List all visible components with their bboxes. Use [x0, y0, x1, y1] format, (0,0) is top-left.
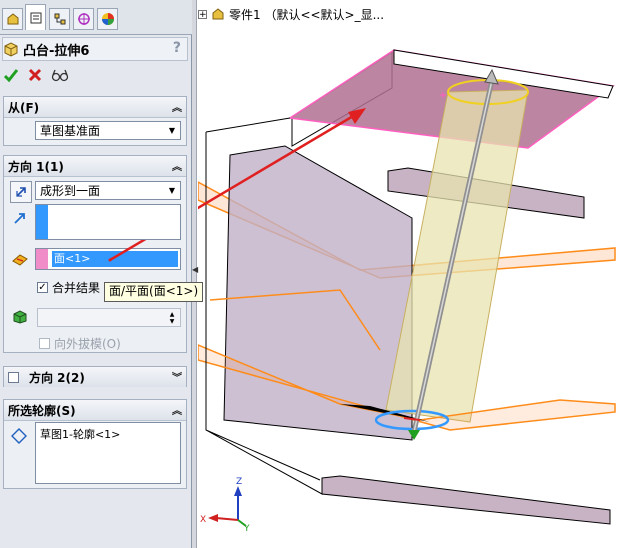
draft-icon	[13, 310, 27, 324]
close-icon	[28, 68, 42, 82]
action-buttons	[3, 64, 69, 86]
part-icon	[212, 8, 224, 20]
preview-button[interactable]	[51, 67, 69, 83]
coordinate-triad: Z X Y	[200, 477, 250, 534]
appearance-icon	[101, 13, 114, 25]
selection-color-bar	[36, 249, 48, 269]
triad-z-label: Z	[236, 477, 242, 487]
tab-configuration-manager[interactable]	[49, 8, 70, 30]
boss-extrude-icon	[4, 42, 18, 57]
chevron-down-icon: ▼	[168, 126, 176, 135]
contour-diamond-icon	[11, 428, 27, 444]
feature-tree-icon	[7, 13, 18, 25]
tab-display-manager[interactable]	[97, 8, 118, 30]
manager-tabs	[0, 0, 192, 35]
direction-vector-icon-box	[10, 208, 30, 228]
merge-result-label: 合并结果	[52, 281, 101, 295]
collapse-icon: ︽	[172, 162, 182, 173]
end-condition-select[interactable]: 成形到一面 ▼	[35, 181, 181, 200]
spinner-icon: ▲ ▼	[169, 310, 175, 325]
configuration-icon	[54, 13, 65, 25]
draft-icon-box[interactable]	[10, 306, 30, 326]
face-tooltip: 面/平面(面<1>)	[104, 282, 204, 302]
tab-feature-manager[interactable]	[2, 8, 23, 30]
end-condition-value: 成形到一面	[40, 184, 101, 198]
direction2-group-header[interactable]: 方向 2(2) ︾	[4, 367, 186, 387]
crosshair-icon	[77, 13, 90, 25]
draft-outward-label: 向外拔模(O)	[54, 337, 121, 351]
selected-contours-header[interactable]: 所选轮廓(S) ︽	[4, 400, 186, 421]
cancel-button[interactable]	[27, 67, 43, 83]
from-group: 从(F) ︽ 草图基准面 ▼	[3, 96, 187, 146]
from-condition-select[interactable]: 草图基准面 ▼	[35, 121, 181, 140]
ok-button[interactable]	[3, 67, 19, 83]
help-button[interactable]: ?	[173, 40, 181, 56]
direction2-checkbox[interactable]	[8, 371, 19, 383]
contour-item[interactable]: 草图1-轮廓<1>	[40, 426, 120, 442]
direction2-group-title: 方向 2(2)	[29, 370, 85, 385]
expand-tree-icon[interactable]: +	[198, 9, 207, 19]
glasses-icon	[51, 69, 69, 82]
face-plane-icon	[12, 254, 28, 266]
triad-x-label: X	[200, 515, 206, 525]
direction1-group-title: 方向 1(1)	[8, 159, 64, 174]
tab-property-manager[interactable]	[25, 4, 46, 30]
collapse-icon: ︽	[172, 406, 182, 417]
flyout-feature-tree: + 零件1 （默认<<默认>_显...	[198, 5, 384, 23]
from-condition-value: 草图基准面	[40, 124, 101, 138]
reverse-direction-icon	[16, 187, 26, 197]
expand-icon: ︾	[172, 373, 182, 384]
direction-arrow-icon	[14, 213, 25, 224]
selected-contours-group: 所选轮廓(S) ︽ 草图1-轮廓<1>	[3, 399, 187, 489]
face-plane-icon-box	[10, 249, 30, 269]
property-manager-panel: 凸台-拉伸6 ? 从(F) ︽ 草图基准面 ▼ 方向 1(1) ︽ 成形到一面 …	[0, 0, 192, 548]
direction1-group-header[interactable]: 方向 1(1) ︽	[4, 156, 186, 177]
from-group-title: 从(F)	[8, 100, 40, 115]
panel-splitter[interactable]: ◀	[192, 0, 198, 548]
selected-contours-title: 所选轮廓(S)	[8, 403, 76, 418]
property-manager-icon	[30, 12, 41, 23]
merge-result-checkbox[interactable]: ✓	[37, 282, 48, 293]
annotation-arrow-overlay	[108, 240, 147, 262]
graphics-viewport[interactable]: Z X Y	[198, 0, 617, 548]
tree-part-label[interactable]: 零件1 （默认<<默认>_显...	[229, 6, 384, 23]
triad-y-label: Y	[243, 524, 250, 534]
feature-title: 凸台-拉伸6	[23, 43, 90, 59]
direction-vector-selection[interactable]	[35, 204, 181, 240]
check-icon	[3, 69, 19, 83]
model-web-face	[223, 145, 413, 441]
chevron-down-icon: ▼	[168, 186, 176, 195]
model-bottom-flange	[321, 475, 611, 525]
tab-dimxpert-manager[interactable]	[73, 8, 94, 30]
reverse-direction-button[interactable]	[10, 181, 32, 203]
collapse-icon: ︽	[172, 103, 182, 114]
draft-angle-input[interactable]: ▲ ▼	[37, 308, 181, 327]
direction2-group: 方向 2(2) ︾	[3, 366, 187, 387]
contours-selection-list[interactable]: 草图1-轮廓<1>	[35, 422, 181, 484]
feature-header: 凸台-拉伸6 ?	[2, 37, 188, 61]
from-group-header[interactable]: 从(F) ︽	[4, 97, 186, 118]
selection-color-bar	[36, 205, 48, 239]
draft-outward-checkbox[interactable]	[39, 338, 50, 349]
contour-icon-box	[9, 426, 29, 446]
